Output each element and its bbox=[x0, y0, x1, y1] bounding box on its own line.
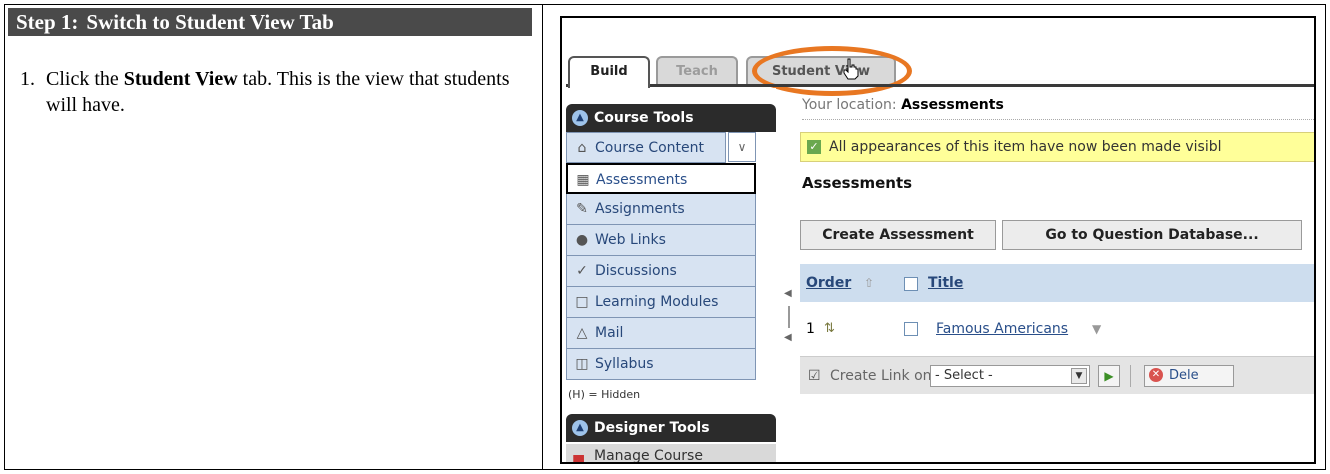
go-arrow-button[interactable]: ▶ bbox=[1098, 365, 1120, 387]
weblink-icon: ● bbox=[575, 232, 589, 248]
breadcrumb: Your location: Assessments bbox=[802, 90, 1314, 120]
location-value: Assessments bbox=[901, 97, 1004, 113]
item-title-link[interactable]: Famous Americans bbox=[936, 314, 1068, 344]
manage-course-icon: ■ bbox=[572, 452, 586, 464]
chevron-down-icon: ▼ bbox=[1071, 368, 1087, 384]
designer-tools-title: Designer Tools bbox=[594, 420, 710, 436]
item-menu-icon[interactable]: ▼ bbox=[1092, 314, 1101, 344]
discussion-icon: ✓ bbox=[576, 263, 588, 279]
collapse-left-icon: ◀ bbox=[784, 332, 792, 343]
instruction-before: Click the bbox=[46, 68, 124, 90]
sidebar-item-label: Assessments bbox=[596, 172, 688, 188]
sidebar-item-label: Discussions bbox=[595, 263, 677, 279]
syllabus-icon: ◫ bbox=[575, 356, 589, 372]
expand-menu-icon[interactable]: ∨ bbox=[728, 132, 756, 162]
sidebar-item-assessments[interactable]: ▦ Assessments bbox=[566, 163, 756, 194]
assignment-icon: ✎ bbox=[576, 201, 588, 217]
sidebar-item-label: Web Links bbox=[595, 232, 666, 248]
course-tools-header[interactable]: ▲ Course Tools bbox=[566, 104, 776, 132]
tabs-underline bbox=[566, 84, 1314, 87]
sidebar-item-label: Assignments bbox=[595, 201, 685, 217]
step-title: Switch to Student View Tab bbox=[86, 10, 334, 34]
column-divider bbox=[542, 5, 543, 469]
mail-icon: △ bbox=[576, 325, 588, 341]
app-screenshot: Build Teach Student View ▲ Course Tools ⌂… bbox=[560, 16, 1316, 464]
sidebar-item-course-content[interactable]: ⌂ Course Content bbox=[566, 132, 726, 163]
sidebar-item-mail[interactable]: △ Mail bbox=[566, 318, 756, 349]
splitter-grip bbox=[788, 306, 790, 328]
assessment-icon: ▦ bbox=[576, 172, 590, 188]
status-notice: ✓ All appearances of this item have now b… bbox=[800, 132, 1314, 162]
sidebar-item-manage-course[interactable]: ■ Manage Course bbox=[566, 444, 776, 464]
toolbar-separator bbox=[1130, 365, 1131, 387]
tab-bar: Build Teach Student View bbox=[562, 18, 1314, 96]
list-header: Order ⇧ Title bbox=[800, 264, 1314, 302]
step-header: Step 1: Switch to Student View Tab bbox=[8, 8, 532, 36]
delete-label: Dele bbox=[1169, 368, 1199, 383]
collapse-left-icon: ◀ bbox=[784, 288, 792, 299]
select-all-checkbox[interactable] bbox=[904, 277, 918, 291]
order-column-header[interactable]: Order bbox=[806, 264, 851, 302]
designer-tools-header[interactable]: ▲ Designer Tools bbox=[566, 414, 776, 442]
create-assessment-button[interactable]: Create Assessment bbox=[800, 220, 996, 250]
sidebar-splitter[interactable]: ◀ ◀ bbox=[784, 288, 794, 348]
page-title: Assessments bbox=[802, 174, 913, 192]
sidebar-item-label: Manage Course bbox=[594, 448, 703, 464]
collapse-icon: ▲ bbox=[572, 420, 588, 436]
select-value: - Select - bbox=[935, 368, 993, 383]
sidebar-item-label: Mail bbox=[595, 325, 624, 341]
sidebar-item-syllabus[interactable]: ◫ Syllabus bbox=[566, 349, 756, 380]
home-icon: ⌂ bbox=[577, 140, 587, 156]
tab-build[interactable]: Build bbox=[568, 56, 650, 88]
sidebar-item-label: Syllabus bbox=[595, 356, 654, 372]
delete-icon: ✕ bbox=[1149, 368, 1163, 382]
location-label: Your location: bbox=[802, 97, 897, 113]
sidebar-item-label: Course Content bbox=[595, 140, 705, 156]
collapse-icon: ▲ bbox=[572, 110, 588, 126]
create-link-select[interactable]: - Select - ▼ bbox=[930, 365, 1090, 387]
table-row: 1 ⇅ Famous Americans ▼ bbox=[800, 314, 1314, 344]
main-content: Your location: Assessments ✓ All appearan… bbox=[796, 88, 1314, 462]
sidebar-item-label: Learning Modules bbox=[595, 294, 719, 310]
sort-up-icon[interactable]: ⇧ bbox=[864, 264, 874, 302]
course-tools-title: Course Tools bbox=[594, 110, 694, 126]
module-icon: □ bbox=[575, 294, 589, 310]
hand-cursor-icon bbox=[843, 58, 859, 80]
question-database-button[interactable]: Go to Question Database... bbox=[1002, 220, 1302, 250]
sidebar-item-assignments[interactable]: ✎ Assignments bbox=[566, 194, 756, 225]
hidden-legend: (H) = Hidden bbox=[568, 388, 641, 401]
sidebar-item-discussions[interactable]: ✓ Discussions bbox=[566, 256, 756, 287]
row-index: 1 bbox=[806, 321, 815, 337]
title-column-header[interactable]: Title bbox=[928, 264, 963, 302]
create-link-label: Create Link on: bbox=[830, 368, 937, 384]
bottom-toolbar: ☑ Create Link on: - Select - ▼ ▶ ✕ Dele bbox=[800, 356, 1314, 394]
tab-teach[interactable]: Teach bbox=[656, 56, 738, 86]
reorder-icon[interactable]: ⇅ bbox=[824, 314, 835, 344]
sidebar: ▲ Course Tools ⌂ Course Content ∨ ▦ Assessm… bbox=[566, 88, 776, 464]
row-checkbox[interactable] bbox=[904, 322, 918, 336]
step-number: Step 1: bbox=[16, 10, 79, 34]
instruction-text: 1. Click the Student View tab. This is th… bbox=[20, 66, 520, 118]
notice-text: All appearances of this item have now be… bbox=[829, 139, 1222, 155]
sidebar-item-learning-modules[interactable]: □ Learning Modules bbox=[566, 287, 756, 318]
create-link-icon: ☑ bbox=[808, 368, 821, 384]
instruction-index: 1. bbox=[20, 68, 35, 90]
checkmark-icon: ✓ bbox=[807, 140, 821, 154]
delete-button[interactable]: ✕ Dele bbox=[1144, 365, 1234, 387]
instruction-bold: Student View bbox=[123, 68, 238, 90]
sidebar-item-web-links[interactable]: ● Web Links bbox=[566, 225, 756, 256]
